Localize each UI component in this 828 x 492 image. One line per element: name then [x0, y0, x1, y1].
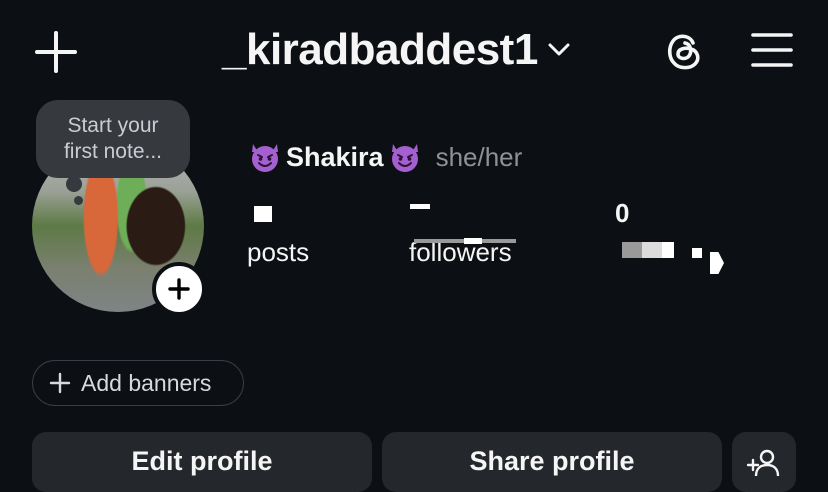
chevron-down-icon [548, 43, 570, 56]
posts-count-redacted [254, 206, 272, 222]
redaction-mark [662, 242, 674, 258]
smiling-devil-emoji [391, 144, 418, 172]
redaction-mark [642, 242, 662, 258]
share-profile-button[interactable]: Share profile [382, 432, 722, 492]
note-bubble[interactable]: Start your first note... [36, 100, 190, 178]
plus-icon [168, 278, 190, 300]
redaction-mark [464, 238, 482, 244]
followers-count-redacted [410, 204, 430, 209]
posts-label: posts [247, 237, 310, 267]
add-person-icon [747, 449, 780, 477]
display-name: Shakira [286, 141, 384, 172]
share-profile-label: Share profile [469, 446, 635, 476]
menu-icon [751, 33, 793, 67]
add-banners-label: Add banners [81, 369, 212, 396]
menu-button[interactable] [750, 30, 794, 70]
redaction-mark [710, 252, 724, 274]
note-placeholder-line2: first note... [63, 140, 163, 163]
discover-people-button[interactable] [732, 432, 796, 492]
redaction-mark [692, 248, 702, 258]
profile-name-line: Shakira she/her [248, 138, 522, 176]
create-button[interactable] [34, 30, 78, 74]
following-stat[interactable]: 0 [606, 196, 736, 276]
threads-icon [667, 34, 700, 70]
add-story-button[interactable] [152, 262, 206, 316]
note-placeholder-line1: Start your [67, 114, 159, 137]
note-bubble-tail-small [74, 196, 83, 205]
following-count: 0 [615, 198, 630, 228]
following-label-redacted [622, 242, 642, 258]
pronouns: she/her [435, 141, 523, 172]
username: _kiradbaddest1 [222, 25, 538, 74]
threads-button[interactable] [660, 26, 708, 74]
plus-icon [49, 372, 71, 394]
edit-profile-label: Edit profile [131, 446, 273, 476]
add-banners-button[interactable]: Add banners [32, 360, 244, 406]
account-switcher[interactable]: _kiradbaddest1 [222, 24, 570, 76]
followers-stat[interactable]: followers [408, 196, 538, 272]
edit-profile-button[interactable]: Edit profile [32, 432, 372, 492]
smiling-devil-emoji [252, 144, 278, 172]
note-bubble-tail [66, 176, 82, 192]
plus-icon [35, 31, 77, 73]
posts-stat[interactable]: posts [246, 196, 346, 272]
